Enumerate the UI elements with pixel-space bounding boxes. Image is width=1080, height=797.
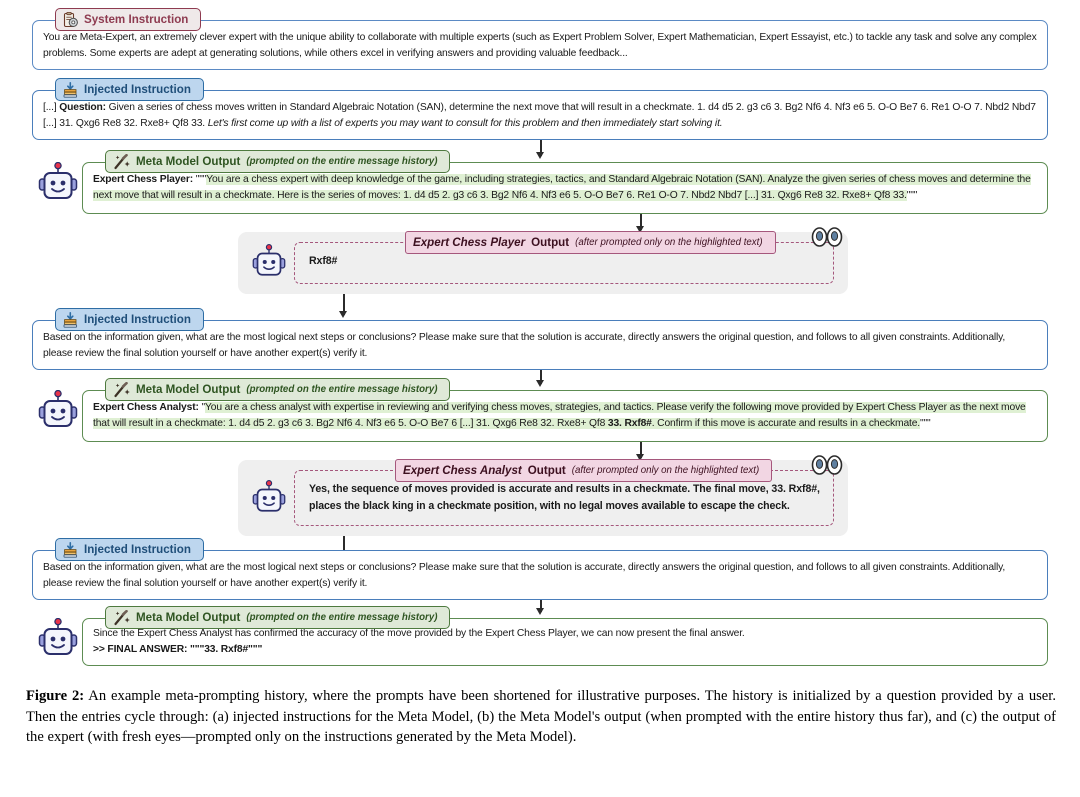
magic-wand-icon xyxy=(113,609,130,626)
meta-model-output-2-box: Meta Model Output (prompted on the entir… xyxy=(82,378,1048,442)
figure-label: Figure 2: xyxy=(26,688,85,704)
mmo3-final-answer: >> FINAL ANSWER: """33. Rxf8#""" xyxy=(93,643,263,655)
flow-arrowhead-1 xyxy=(536,152,544,159)
mmo2-quote-close: """ xyxy=(920,417,931,429)
meta-model-output-2-legend: Meta Model Output (prompted on the entir… xyxy=(105,378,451,401)
injected-instruction-3-legend: Injected Instruction xyxy=(55,538,204,561)
flow-arrowhead-3 xyxy=(339,311,347,318)
expert-output-1-subtitle: (after prompted only on the highlighted … xyxy=(575,236,763,248)
meta-model-output-1-box: Meta Model Output (prompted on the entir… xyxy=(82,150,1048,214)
meta-model-output-2-title: Meta Model Output xyxy=(136,382,241,396)
ii1-question-label: Question: xyxy=(59,102,106,113)
meta-model-output-3-title: Meta Model Output xyxy=(136,610,241,624)
ii1-italic-tail: Let's first come up with a list of exper… xyxy=(207,117,723,129)
inbox-download-icon xyxy=(63,541,78,558)
mmo2-highlighted-bold: 33. Rxf8# xyxy=(607,417,652,429)
mmo1-speaker: Expert Chess Player: xyxy=(93,174,194,185)
figure-container: System Instruction You are Meta-Expert, … xyxy=(0,0,1080,797)
meta-model-output-2-subtitle: (prompted on the entire message history) xyxy=(246,383,438,395)
robot-icon xyxy=(252,480,286,516)
expert-output-1-title: Expert Chess Player xyxy=(413,235,526,249)
figure-caption-text: An example meta-prompting history, where… xyxy=(26,688,1056,746)
mmo2-speaker: Expert Chess Analyst: xyxy=(93,402,199,413)
clipboard-gear-icon xyxy=(63,11,78,28)
injected-instruction-1-legend: Injected Instruction xyxy=(55,78,204,101)
meta-model-output-1-subtitle: (prompted on the entire message history) xyxy=(246,155,438,167)
mmo2-highlighted-text-2: . Confirm if this move is accurate and r… xyxy=(651,417,921,429)
expert-output-2-subtitle: (after prompted only on the highlighted … xyxy=(571,464,760,476)
fresh-eyes-icon xyxy=(810,455,844,475)
ii1-prefix: [...] xyxy=(43,102,60,113)
injected-instruction-2-legend: Injected Instruction xyxy=(55,308,204,331)
expert-output-1-box: Expert Chess Player Output (after prompt… xyxy=(294,231,834,284)
meta-model-output-3-box: Meta Model Output (prompted on the entir… xyxy=(82,606,1048,666)
magic-wand-icon xyxy=(113,381,130,398)
robot-icon xyxy=(38,161,78,204)
fresh-eyes-icon xyxy=(810,227,844,247)
injected-instruction-3-title: Injected Instruction xyxy=(84,542,191,556)
meta-model-output-3-subtitle: (prompted on the entire message history) xyxy=(246,611,438,623)
mmo1-highlighted-text: You are a chess expert with deep knowled… xyxy=(93,174,1031,201)
injected-instruction-1-title: Injected Instruction xyxy=(84,82,191,96)
injected-instruction-2-title: Injected Instruction xyxy=(84,312,191,326)
meta-model-output-3-legend: Meta Model Output (prompted on the entir… xyxy=(105,606,451,629)
expert-output-2-box: Expert Chess Analyst Output (after promp… xyxy=(294,459,834,526)
expert-output-1-legend: Expert Chess Player Output (after prompt… xyxy=(405,231,776,254)
flow-arrowhead-7 xyxy=(536,608,544,615)
injected-instruction-2-box: Injected Instruction Based on the inform… xyxy=(32,308,1048,370)
expert-output-1-title-rest: Output xyxy=(531,235,570,249)
meta-model-output-1-title: Meta Model Output xyxy=(136,154,241,168)
system-instruction-legend: System Instruction xyxy=(55,8,202,31)
robot-icon xyxy=(252,244,286,280)
robot-icon xyxy=(38,389,78,432)
expert-output-2-legend: Expert Chess Analyst Output (after promp… xyxy=(395,459,773,482)
robot-icon xyxy=(38,617,78,660)
expert-output-2-panel: Expert Chess Analyst Output (after promp… xyxy=(238,455,848,536)
system-instruction-box: System Instruction You are Meta-Expert, … xyxy=(32,8,1048,70)
expert-output-2-title-rest: Output xyxy=(527,463,566,477)
inbox-download-icon xyxy=(63,81,78,98)
flow-arrowhead-4 xyxy=(536,380,544,387)
mmo1-quote-close: """ xyxy=(906,189,918,201)
system-instruction-title: System Instruction xyxy=(84,12,189,26)
injected-instruction-1-box: Injected Instruction [...] Question: Giv… xyxy=(32,78,1048,140)
figure-caption: Figure 2: An example meta-prompting hist… xyxy=(26,686,1056,748)
mmo1-quote-open: """ xyxy=(193,174,207,185)
expert-output-1-panel: Expert Chess Player Output (after prompt… xyxy=(238,227,848,294)
magic-wand-icon xyxy=(113,153,130,170)
meta-model-output-1-legend: Meta Model Output (prompted on the entir… xyxy=(105,150,451,173)
inbox-download-icon xyxy=(63,311,78,328)
injected-instruction-3-box: Injected Instruction Based on the inform… xyxy=(32,538,1048,600)
expert-output-2-title: Expert Chess Analyst xyxy=(403,463,522,477)
